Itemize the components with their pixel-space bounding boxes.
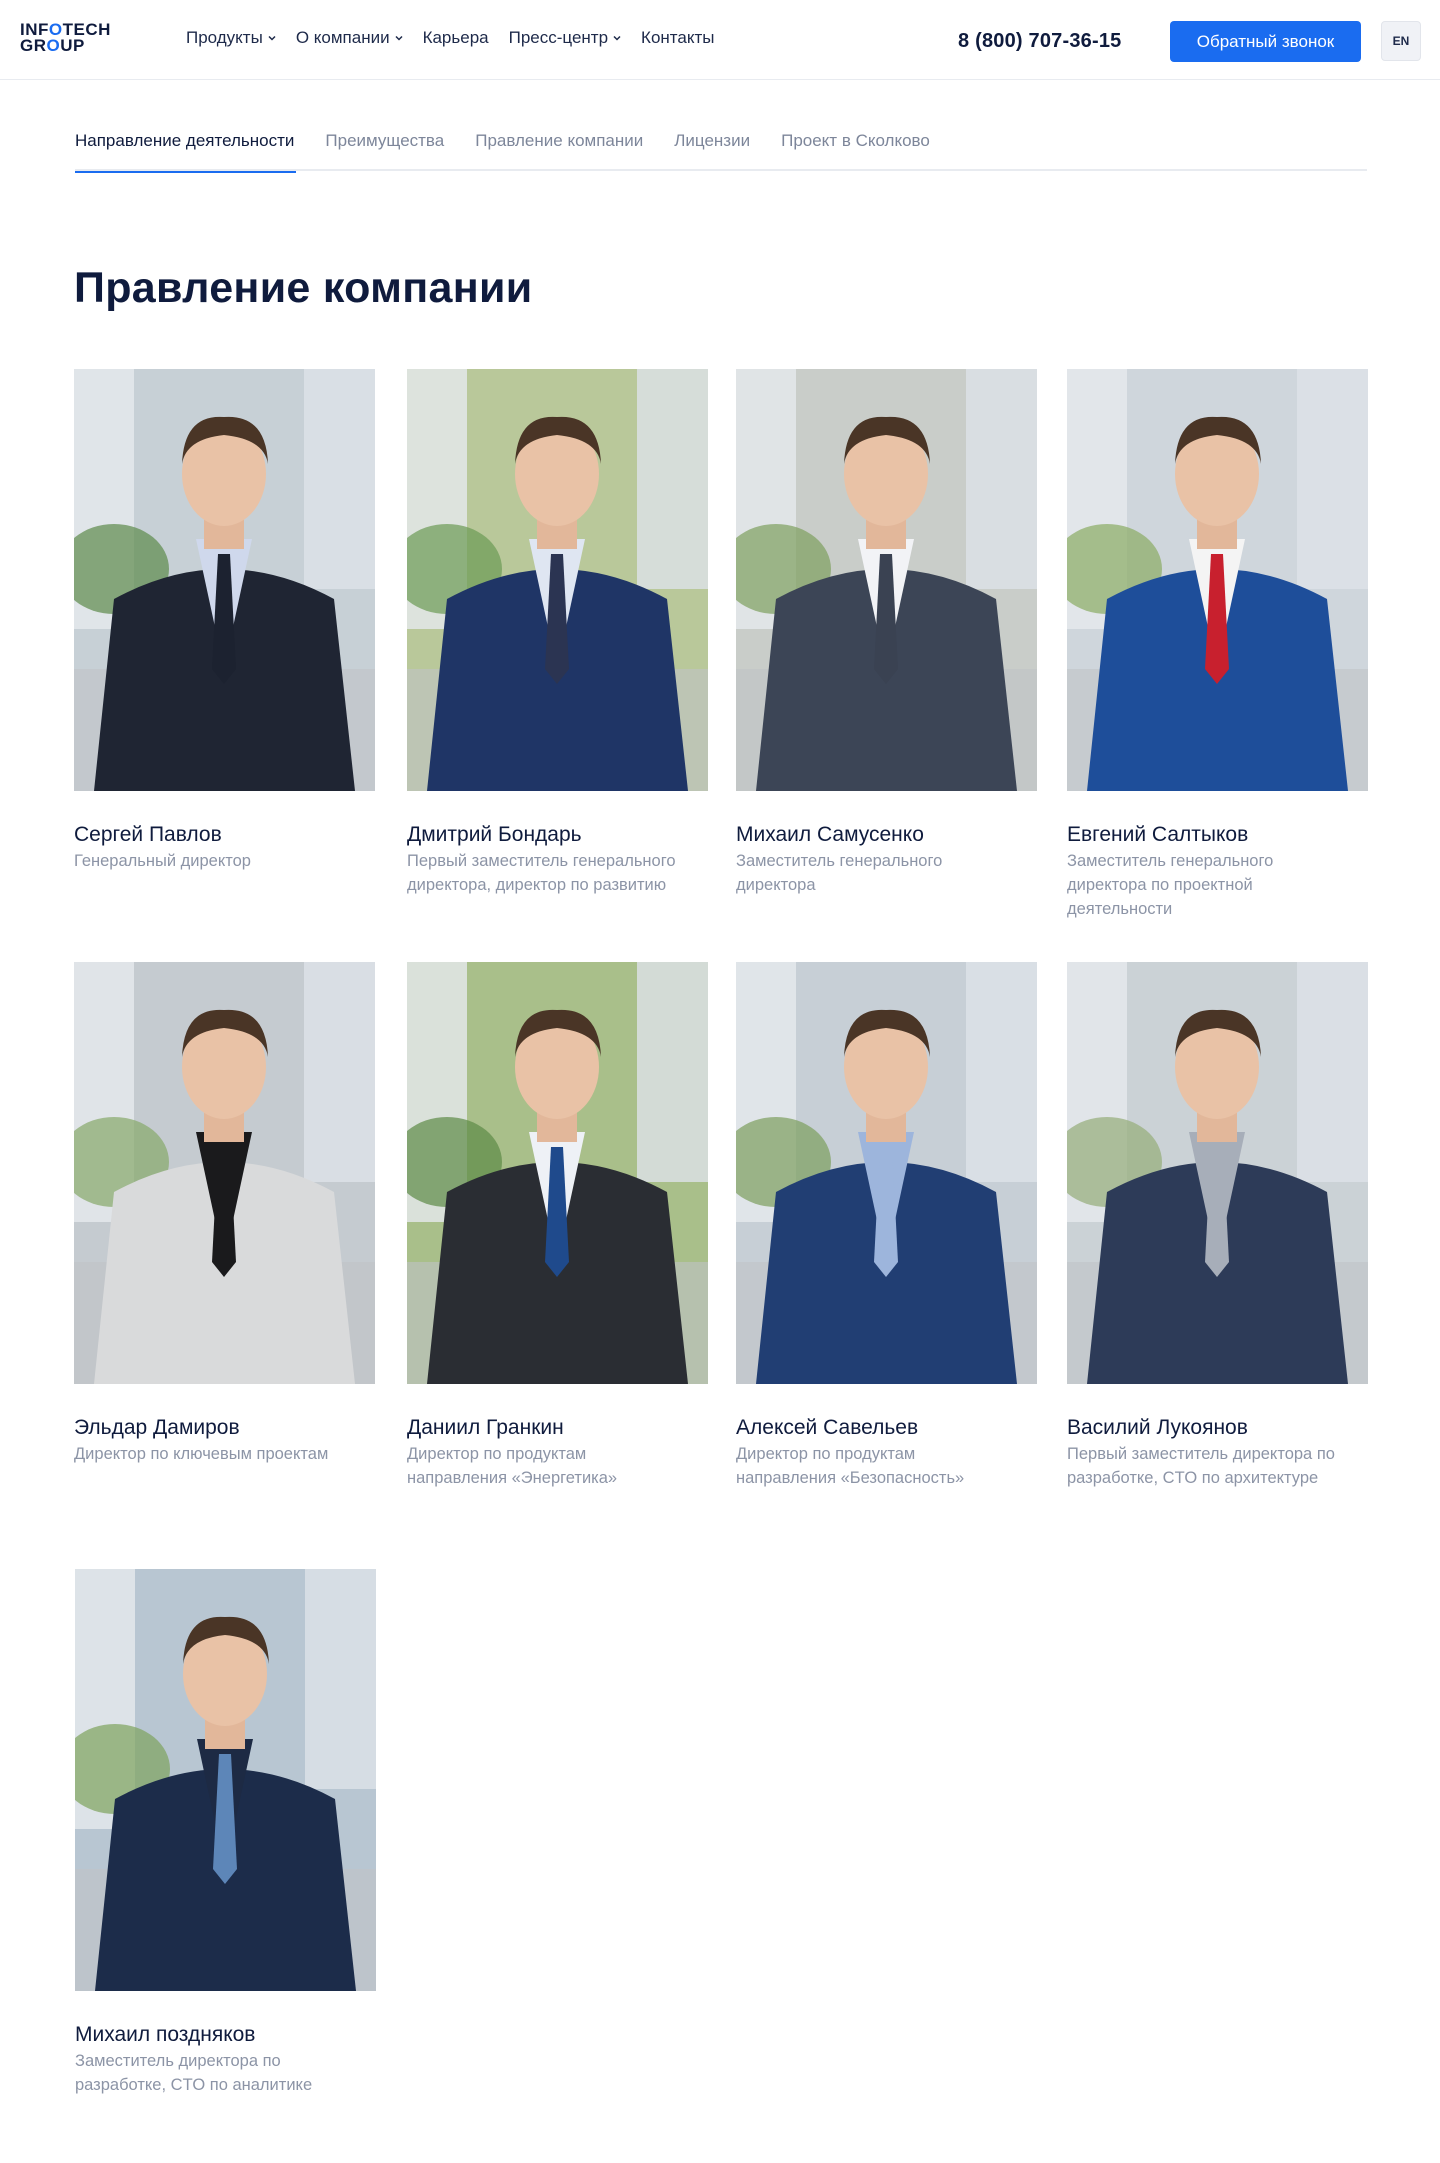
person-card: Василий Лукоянов Первый заместитель дире… xyxy=(1067,962,1368,1490)
person-card: Алексей Савельев Директор по продуктам н… xyxy=(736,962,1037,1490)
photo-building xyxy=(304,369,375,589)
person-role-line: Генеральный директор xyxy=(74,852,251,870)
person-card: Дмитрий Бондарь Первый заместитель генер… xyxy=(407,369,708,897)
nav-label: Контакты xyxy=(641,28,715,47)
person-role-line: Заместитель генерального xyxy=(1067,852,1274,870)
nav-label: Продукты xyxy=(186,28,263,47)
person-card: Михаил Самусенко Заместитель генеральног… xyxy=(736,369,1037,897)
photo-building xyxy=(304,962,375,1182)
nav-item-about[interactable]: О компании xyxy=(296,28,403,48)
person-role: Директор по продуктам направления «Энерг… xyxy=(407,1442,708,1490)
person-role-line: Заместитель директора по xyxy=(75,2052,281,2070)
photo-building xyxy=(966,962,1037,1182)
person-role-line: деятельности xyxy=(1067,900,1173,918)
nav-item-press[interactable]: Пресс-центр xyxy=(509,28,621,48)
main-nav: Продукты О компании Карьера Пресс-центр … xyxy=(186,28,734,48)
page-title: Правление компании xyxy=(74,264,533,312)
person-role: Заместитель генерального директора xyxy=(736,849,1037,897)
person-photo xyxy=(74,962,375,1384)
person-role-line: директора xyxy=(736,876,816,894)
person-photo xyxy=(736,962,1037,1384)
person-role: Первый заместитель директора по разработ… xyxy=(1067,1442,1368,1490)
tab-advantages[interactable]: Преимущества xyxy=(325,125,444,171)
person-role-line: директора по проектной xyxy=(1067,876,1253,894)
photo-building xyxy=(305,1569,376,1789)
person-photo xyxy=(74,369,375,791)
person-role-line: Директор по ключевым проектам xyxy=(74,1445,329,1463)
person-card: Даниил Гранкин Директор по продуктам нап… xyxy=(407,962,708,1490)
person-card: Эльдар Дамиров Директор по ключевым прое… xyxy=(74,962,375,1466)
person-role-line: Первый заместитель директора по xyxy=(1067,1445,1335,1463)
nav-item-contacts[interactable]: Контакты xyxy=(641,28,714,48)
phone-link[interactable]: 8 (800) 707-36-15 xyxy=(958,30,1122,53)
person-role-line: Директор по продуктам xyxy=(736,1445,916,1463)
tab-activity[interactable]: Направление деятельности xyxy=(75,125,297,173)
nav-label: Карьера xyxy=(422,28,489,47)
callback-button[interactable]: Обратный звонок xyxy=(1170,21,1361,62)
person-name: Евгений Салтыков xyxy=(1067,823,1249,846)
person-photo xyxy=(1067,962,1368,1384)
tab-licenses[interactable]: Лицензии xyxy=(674,125,750,171)
photo-building xyxy=(637,962,708,1182)
person-role-line: Первый заместитель генерального xyxy=(407,852,676,870)
person-role-line: Директор по продуктам xyxy=(407,1445,587,1463)
nav-label: О компании xyxy=(295,28,390,47)
photo-building xyxy=(1297,962,1368,1182)
chevron-down-icon xyxy=(613,35,621,41)
person-name: Даниил Гранкин xyxy=(407,1416,564,1439)
person-role-line: Заместитель генерального xyxy=(736,852,943,870)
person-role: Директор по ключевым проектам xyxy=(74,1442,375,1466)
section-tabs: Направление деятельности Преимущества Пр… xyxy=(75,125,1367,173)
person-photo xyxy=(736,369,1037,791)
photo-building xyxy=(966,369,1037,589)
photo-building xyxy=(637,369,708,589)
person-card: Сергей Павлов Генеральный директор xyxy=(74,369,375,873)
person-name: Василий Лукоянов xyxy=(1067,1416,1248,1439)
tab-skolkovo[interactable]: Проект в Сколково xyxy=(781,125,930,171)
person-role-line: разработке, CTO по архитектуре xyxy=(1067,1469,1319,1487)
nav-item-products[interactable]: Продукты xyxy=(186,28,276,48)
person-role-line: директора, директор по развитию xyxy=(407,876,667,894)
person-name: Алексей Савельев xyxy=(736,1416,919,1439)
chevron-down-icon xyxy=(395,35,403,41)
chevron-down-icon xyxy=(268,35,276,41)
logo-text-bottom: GROUP xyxy=(20,36,85,55)
person-photo xyxy=(407,369,708,791)
photo-building xyxy=(1297,369,1368,589)
site-header: INFOTECH GROUP Продукты О компании Карье… xyxy=(0,0,1440,80)
person-role-line: разработке, CTO по аналитике xyxy=(75,2076,313,2094)
tab-board[interactable]: Правление компании xyxy=(475,125,643,171)
person-card: Михаил поздняков Заместитель директора п… xyxy=(75,1569,376,2097)
person-name: Михаил Самусенко xyxy=(736,823,924,846)
person-card: Евгений Салтыков Заместитель генеральног… xyxy=(1067,369,1368,921)
nav-label: Пресс-центр xyxy=(508,28,609,47)
person-role-line: направления «Энергетика» xyxy=(407,1469,618,1487)
language-switch-button[interactable]: EN xyxy=(1381,21,1421,61)
person-name: Эльдар Дамиров xyxy=(74,1416,240,1439)
person-photo xyxy=(75,1569,376,1991)
person-name: Сергей Павлов xyxy=(74,823,222,846)
person-role: Первый заместитель генерального директор… xyxy=(407,849,708,897)
person-role: Заместитель директора по разработке, CTO… xyxy=(75,2049,376,2097)
person-role-line: направления «Безопасность» xyxy=(736,1469,965,1487)
person-name: Михаил поздняков xyxy=(75,2023,256,2046)
company-logo[interactable]: INFOTECH GROUP xyxy=(20,21,120,58)
person-photo xyxy=(1067,369,1368,791)
person-role: Генеральный директор xyxy=(74,849,375,873)
person-role: Директор по продуктам направления «Безоп… xyxy=(736,1442,1037,1490)
person-photo xyxy=(407,962,708,1384)
nav-item-career[interactable]: Карьера xyxy=(423,28,489,48)
person-role: Заместитель генерального директора по пр… xyxy=(1067,849,1368,921)
person-name: Дмитрий Бондарь xyxy=(407,823,582,846)
